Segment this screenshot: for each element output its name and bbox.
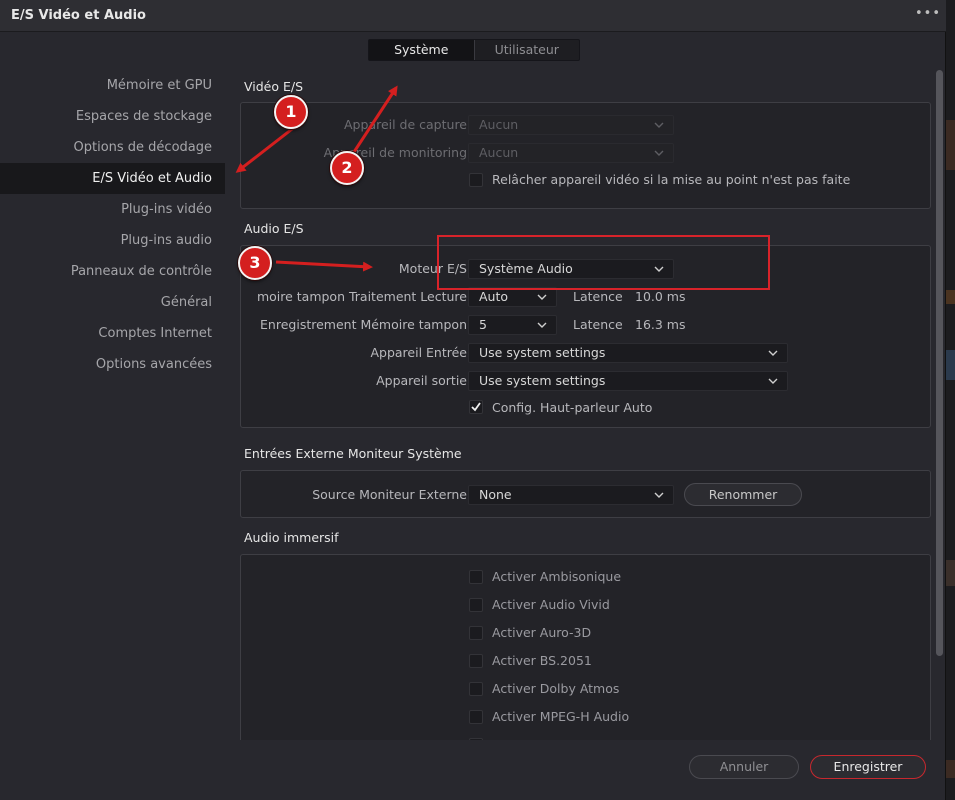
release-video-device-label: Relâcher appareil vidéo si la mise au po… [492, 172, 851, 187]
video-io-title: Vidéo E/S [244, 79, 304, 94]
background-window-edge [946, 0, 955, 800]
chevron-down-icon [653, 489, 665, 501]
external-source-label: Source Moniteur Externe [312, 487, 467, 502]
io-engine-label: Moteur E/S [398, 261, 467, 276]
scope-tabs: Système Utilisateur [368, 39, 580, 61]
dolby-atmos-label: Activer Dolby Atmos [492, 681, 620, 696]
sidebar-item-video-plugins[interactable]: Plug-ins vidéo [0, 194, 225, 225]
chevron-down-icon [536, 319, 548, 331]
annotation-badge-2: 2 [330, 151, 364, 185]
mpeg-h-checkbox[interactable] [469, 710, 483, 724]
audio-vivid-label: Activer Audio Vivid [492, 597, 610, 612]
ambisonic-checkbox[interactable] [469, 570, 483, 584]
engine-highlight-box [437, 235, 770, 290]
monitoring-device-select[interactable]: Aucun [468, 143, 674, 163]
cancel-button[interactable]: Annuler [689, 755, 799, 779]
capture-device-value: Aucun [479, 117, 519, 132]
sidebar-item-advanced[interactable]: Options avancées [0, 349, 225, 380]
playback-buffer-label: moire tampon Traitement Lecture [256, 289, 467, 304]
record-buffer-select[interactable]: 5 [468, 315, 557, 335]
input-device-value: Use system settings [479, 345, 606, 360]
chevron-down-icon [653, 147, 665, 159]
output-device-value: Use system settings [479, 373, 606, 388]
record-latency-label: Latence [573, 317, 623, 332]
sidebar-item-memory-gpu[interactable]: Mémoire et GPU [0, 70, 225, 101]
record-buffer-label: Enregistrement Mémoire tampon [260, 317, 467, 332]
playback-buffer-select[interactable]: Auto [468, 287, 557, 307]
window-title: E/S Vidéo et Audio [11, 8, 146, 23]
sidebar-item-audio-plugins[interactable]: Plug-ins audio [0, 225, 225, 256]
tab-utilisateur[interactable]: Utilisateur [475, 40, 580, 60]
sidebar-item-decoding[interactable]: Options de décodage [0, 132, 225, 163]
output-device-select[interactable]: Use system settings [468, 371, 788, 391]
bs2051-checkbox[interactable] [469, 654, 483, 668]
title-bar: E/S Vidéo et Audio ••• [0, 0, 946, 32]
chevron-down-icon [767, 375, 779, 387]
audio-io-title: Audio E/S [244, 221, 304, 236]
sidebar-item-control-panels[interactable]: Panneaux de contrôle [0, 256, 225, 287]
playback-latency-label: Latence [573, 289, 623, 304]
monitoring-device-value: Aucun [479, 145, 519, 160]
sidebar-item-storage[interactable]: Espaces de stockage [0, 101, 225, 132]
playback-buffer-value: Auto [479, 289, 509, 304]
next-option-checkbox[interactable] [469, 738, 483, 740]
immersive-audio-panel: Activer Ambisonique Activer Audio Vivid … [240, 554, 931, 740]
annotation-badge-1: 1 [274, 95, 308, 129]
rename-button[interactable]: Renommer [684, 483, 802, 506]
chevron-down-icon [536, 291, 548, 303]
vertical-scrollbar[interactable] [936, 70, 943, 656]
tab-systeme[interactable]: Système [369, 40, 475, 60]
immersive-audio-title: Audio immersif [244, 530, 339, 545]
dolby-atmos-checkbox[interactable] [469, 682, 483, 696]
external-monitor-panel: Source Moniteur Externe None Renommer [240, 470, 931, 518]
external-source-value: None [479, 487, 512, 502]
chevron-down-icon [767, 347, 779, 359]
auto-speaker-label: Config. Haut-parleur Auto [492, 400, 653, 415]
sidebar: Mémoire et GPU Espaces de stockage Optio… [0, 70, 225, 380]
chevron-down-icon [653, 119, 665, 131]
auto-speaker-checkbox[interactable] [469, 400, 483, 414]
sidebar-item-general[interactable]: Général [0, 287, 225, 318]
ambisonic-label: Activer Ambisonique [492, 569, 622, 584]
input-device-label: Appareil Entrée [370, 345, 467, 360]
playback-latency-value: 10.0 ms [635, 289, 686, 304]
audio-vivid-checkbox[interactable] [469, 598, 483, 612]
more-options-icon[interactable]: ••• [914, 3, 942, 27]
release-video-device-checkbox[interactable] [469, 173, 483, 187]
record-latency-value: 16.3 ms [635, 317, 686, 332]
sidebar-item-internet-accounts[interactable]: Comptes Internet [0, 318, 225, 349]
output-device-label: Appareil sortie [376, 373, 467, 388]
capture-device-select[interactable]: Aucun [468, 115, 674, 135]
record-buffer-value: 5 [479, 317, 487, 332]
external-source-select[interactable]: None [468, 485, 674, 505]
bs2051-label: Activer BS.2051 [492, 653, 592, 668]
external-monitor-title: Entrées Externe Moniteur Système [244, 446, 462, 461]
input-device-select[interactable]: Use system settings [468, 343, 788, 363]
mpeg-h-label: Activer MPEG-H Audio [492, 709, 630, 724]
checkmark-icon [471, 402, 481, 412]
annotation-badge-3: 3 [238, 246, 272, 280]
auro-3d-checkbox[interactable] [469, 626, 483, 640]
auro-3d-label: Activer Auro-3D [492, 625, 592, 640]
preferences-window: E/S Vidéo et Audio ••• Système Utilisate… [0, 0, 946, 800]
sidebar-item-video-audio-io[interactable]: E/S Vidéo et Audio [0, 163, 225, 194]
save-button[interactable]: Enregistrer [810, 755, 926, 779]
